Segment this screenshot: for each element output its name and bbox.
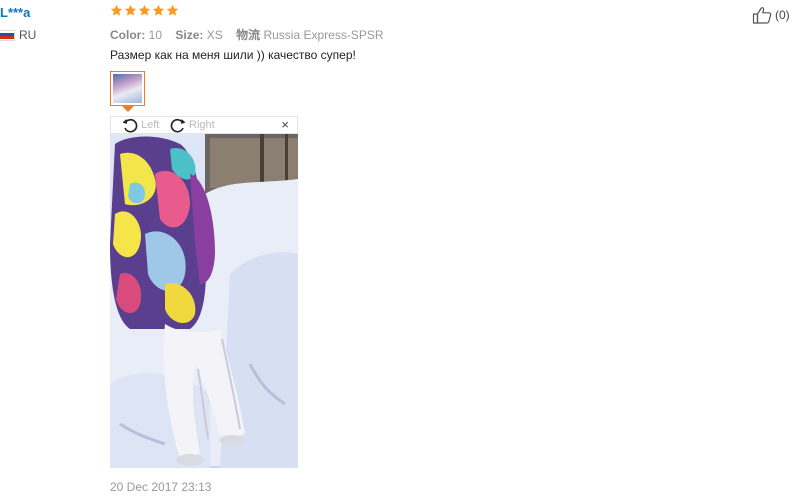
rotate-right-button[interactable]: Right (169, 117, 215, 133)
star-icon (138, 4, 151, 16)
review-item: L***a RU Color: 10 Size: XS 物流 Russia Ex… (0, 0, 800, 501)
thumbnail-caret (122, 106, 134, 112)
review-text: Размер как на меня шили )) качество супе… (110, 48, 356, 62)
image-viewer-toolbar: Left Right × (110, 116, 298, 134)
photo-thumbnail[interactable] (110, 71, 145, 106)
star-icon (110, 4, 123, 16)
shipping-label: 物流 (236, 28, 261, 42)
shipping-value: Russia Express-SPSR (263, 28, 384, 42)
review-photo (110, 134, 298, 468)
color-label: Color: (110, 28, 146, 42)
reviewer-name[interactable]: L***a (0, 5, 30, 20)
star-icon (124, 4, 137, 16)
helpful-button[interactable]: (0) (752, 6, 790, 24)
rotate-left-label: Left (141, 119, 160, 131)
star-icon (166, 4, 179, 16)
close-viewer-button[interactable]: × (281, 117, 289, 133)
thumbnail-image (113, 74, 142, 103)
rotate-right-icon (170, 118, 186, 133)
star-icon (152, 4, 165, 16)
color-value: 10 (148, 28, 163, 42)
size-value: XS (206, 28, 223, 42)
reviewer-country: RU (0, 28, 36, 42)
star-rating (110, 4, 179, 17)
rotate-left-icon (122, 118, 138, 133)
review-date: 20 Dec 2017 23:13 (110, 480, 212, 494)
rotate-right-label: Right (189, 119, 215, 131)
rotate-left-button[interactable]: Left (121, 117, 159, 133)
size-label: Size: (175, 28, 204, 42)
country-code: RU (19, 28, 37, 42)
helpful-count: (0) (775, 8, 790, 22)
order-meta: Color: 10 Size: XS 物流 Russia Express-SPS… (110, 26, 394, 43)
russia-flag-icon (0, 29, 15, 41)
review-photo-image (110, 134, 298, 468)
thumbs-up-icon (752, 7, 772, 24)
